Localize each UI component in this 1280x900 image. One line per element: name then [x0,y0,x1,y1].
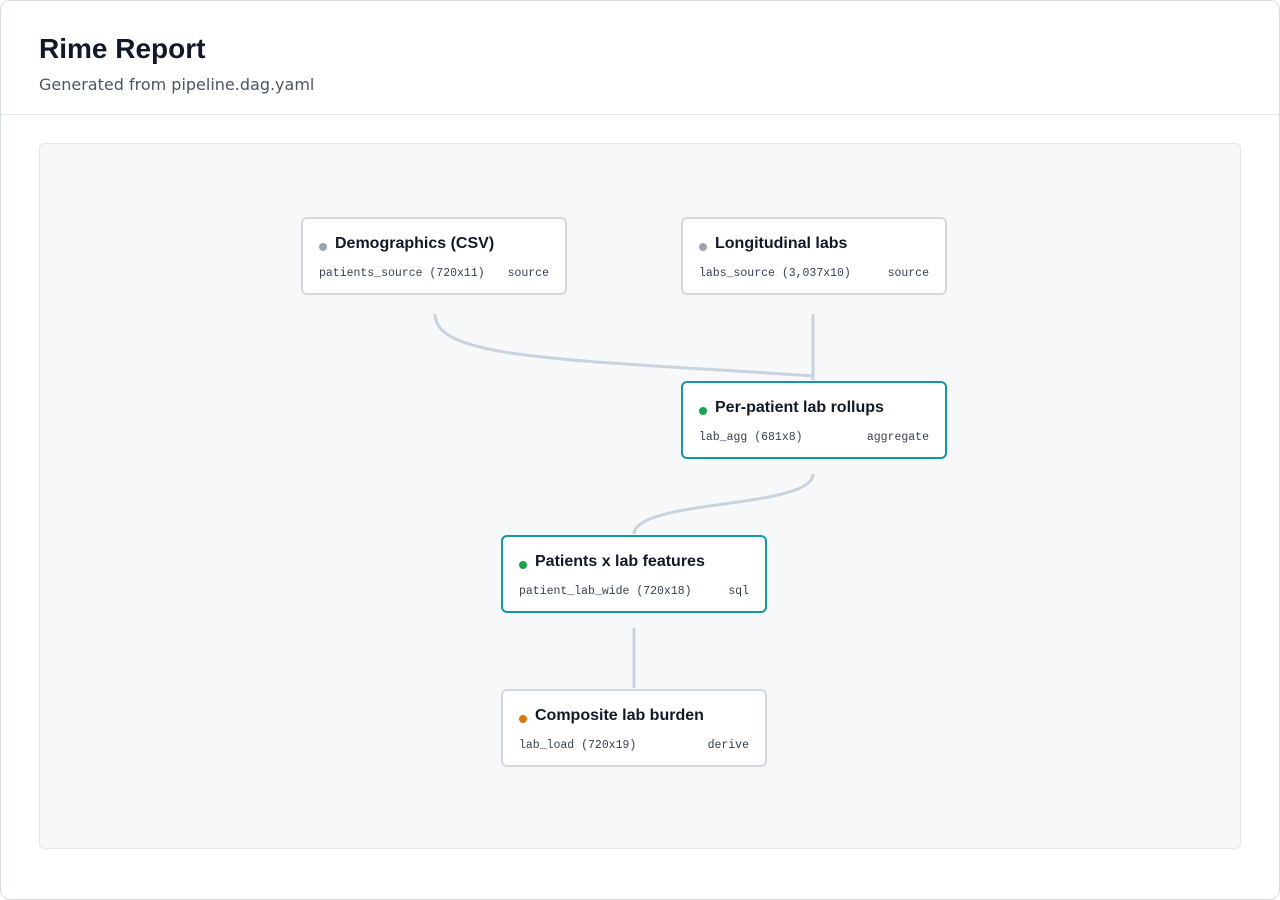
status-dot [699,243,707,251]
dag-node-demographics[interactable]: Demographics (CSV) patients_source (720x… [301,217,567,295]
page-subtitle: Generated from pipeline.dag.yaml [39,75,315,94]
node-kind: derive [707,739,749,752]
report-window: Rime Report Generated from pipeline.dag.… [0,0,1280,900]
node-title: Patients x lab features [535,553,705,570]
edge-rollups-to-features [632,473,815,535]
node-id: lab_agg (681x8) [699,431,803,444]
node-title: Composite lab burden [535,707,704,724]
node-kind: aggregate [866,431,929,444]
report-header: Rime Report Generated from pipeline.dag.… [1,1,1279,115]
node-kind: source [507,267,549,280]
dag-node-lab-rollups[interactable]: Per-patient lab rollups lab_agg (681x8) … [681,381,947,459]
page-title: Rime Report [39,33,206,64]
status-dot [319,243,327,251]
dag-canvas[interactable]: Demographics (CSV) patients_source (720x… [39,143,1241,849]
node-id: patient_lab_wide (720x18) [519,585,692,598]
node-id: labs_source (3,037x10) [699,267,851,280]
dag-node-patient-lab-features[interactable]: Patients x lab features patient_lab_wide… [501,535,767,613]
node-title: Per-patient lab rollups [715,399,884,416]
dag-node-composite-burden[interactable]: Composite lab burden lab_load (720x19) d… [501,689,767,767]
node-id: lab_load (720x19) [519,739,637,752]
edge-demographics-to-rollups [433,313,814,378]
status-dot [519,561,527,569]
node-kind: sql [728,585,749,598]
node-title: Demographics (CSV) [335,235,495,252]
node-kind: source [887,267,929,280]
node-id: patients_source (720x11) [319,267,485,280]
status-dot [699,407,707,415]
status-dot [519,715,527,723]
dag-node-longitudinal-labs[interactable]: Longitudinal labs labs_source (3,037x10)… [681,217,947,295]
node-title: Longitudinal labs [715,235,848,252]
